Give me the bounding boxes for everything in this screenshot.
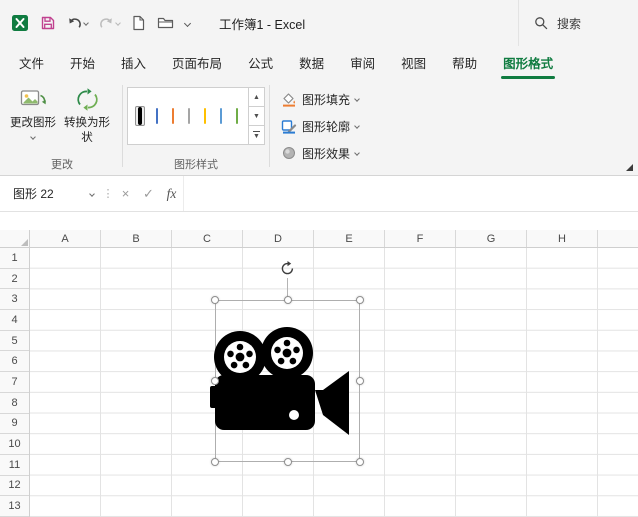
selection-handle-top-middle[interactable] <box>283 296 292 304</box>
movie-camera-shape[interactable] <box>210 312 356 448</box>
selection-handle-bottom-middle[interactable] <box>283 458 292 466</box>
selection-handle-top-left[interactable] <box>211 296 219 304</box>
selection-handle-top-right[interactable] <box>356 296 364 304</box>
selection-handle-middle-right[interactable] <box>356 377 364 385</box>
shape-selection-overlay <box>0 0 638 517</box>
excel-window: 工作簿1 - Excel 搜索 文件 开始 插入 页面布局 公式 数据 审阅 视… <box>0 0 638 517</box>
rotation-stem <box>287 278 288 297</box>
selection-handle-bottom-left[interactable] <box>211 458 219 466</box>
selection-handle-middle-left[interactable] <box>211 377 219 385</box>
selection-handle-bottom-right[interactable] <box>356 458 364 466</box>
rotation-handle[interactable] <box>280 261 295 276</box>
